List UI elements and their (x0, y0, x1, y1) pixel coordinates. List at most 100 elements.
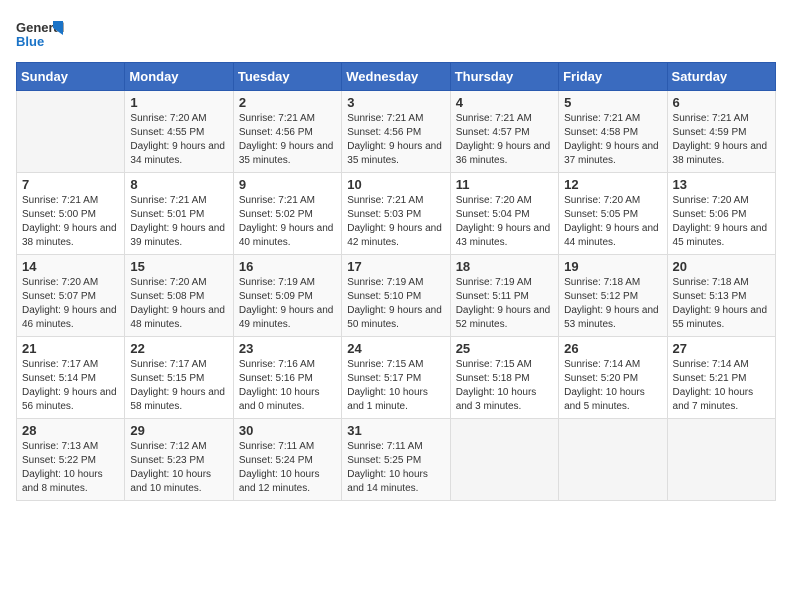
calendar-cell: 13 Sunrise: 7:20 AM Sunset: 5:06 PM Dayli… (667, 173, 775, 255)
calendar-cell: 4 Sunrise: 7:21 AM Sunset: 4:57 PM Daylig… (450, 91, 558, 173)
day-info: Sunrise: 7:20 AM Sunset: 5:07 PM Dayligh… (22, 276, 119, 332)
weekday-header-friday: Friday (559, 63, 667, 91)
calendar-week-row: 28Sunrise: 7:13 AM Sunset: 5:22 PM Dayli… (17, 419, 776, 501)
calendar-cell: 8 Sunrise: 7:21 AM Sunset: 5:01 PM Daylig… (125, 173, 233, 255)
calendar-cell: 23Sunrise: 7:16 AM Sunset: 5:16 PM Dayli… (233, 337, 341, 419)
day-number: 17 (347, 259, 444, 274)
calendar-cell: 24 Sunrise: 7:15 AM Sunset: 5:17 PM Dayli… (342, 337, 450, 419)
day-number: 11 (456, 177, 553, 192)
day-number: 29 (130, 423, 227, 438)
weekday-header-saturday: Saturday (667, 63, 775, 91)
day-number: 18 (456, 259, 553, 274)
calendar-cell: 30 Sunrise: 7:11 AM Sunset: 5:24 PM Dayli… (233, 419, 341, 501)
day-info: Sunrise: 7:21 AM Sunset: 4:59 PM Dayligh… (673, 112, 770, 168)
day-number: 16 (239, 259, 336, 274)
day-info: Sunrise: 7:11 AM Sunset: 5:25 PM Dayligh… (347, 440, 444, 496)
day-info: Sunrise: 7:20 AM Sunset: 5:06 PM Dayligh… (673, 194, 770, 250)
day-number: 26 (564, 341, 661, 356)
day-number: 24 (347, 341, 444, 356)
calendar-cell: 18 Sunrise: 7:19 AM Sunset: 5:11 PM Dayli… (450, 255, 558, 337)
calendar-cell: 5 Sunrise: 7:21 AM Sunset: 4:58 PM Daylig… (559, 91, 667, 173)
day-info: Sunrise: 7:21 AM Sunset: 4:58 PM Dayligh… (564, 112, 661, 168)
day-number: 23 (239, 341, 336, 356)
day-number: 31 (347, 423, 444, 438)
calendar-week-row: 1 Sunrise: 7:20 AM Sunset: 4:55 PM Daylig… (17, 91, 776, 173)
day-number: 1 (130, 95, 227, 110)
day-number: 25 (456, 341, 553, 356)
weekday-header-sunday: Sunday (17, 63, 125, 91)
day-info: Sunrise: 7:20 AM Sunset: 4:55 PM Dayligh… (130, 112, 227, 168)
day-number: 10 (347, 177, 444, 192)
day-info: Sunrise: 7:17 AM Sunset: 5:14 PM Dayligh… (22, 358, 119, 414)
day-info: Sunrise: 7:15 AM Sunset: 5:17 PM Dayligh… (347, 358, 444, 414)
calendar-cell: 7 Sunrise: 7:21 AM Sunset: 5:00 PM Daylig… (17, 173, 125, 255)
calendar-cell: 25 Sunrise: 7:15 AM Sunset: 5:18 PM Dayli… (450, 337, 558, 419)
calendar-week-row: 21 Sunrise: 7:17 AM Sunset: 5:14 PM Dayli… (17, 337, 776, 419)
calendar-cell: 14 Sunrise: 7:20 AM Sunset: 5:07 PM Dayli… (17, 255, 125, 337)
day-number: 15 (130, 259, 227, 274)
day-number: 21 (22, 341, 119, 356)
day-info: Sunrise: 7:11 AM Sunset: 5:24 PM Dayligh… (239, 440, 336, 496)
calendar-cell: 3Sunrise: 7:21 AM Sunset: 4:56 PM Daylig… (342, 91, 450, 173)
calendar-cell (667, 419, 775, 501)
weekday-header-wednesday: Wednesday (342, 63, 450, 91)
day-number: 8 (130, 177, 227, 192)
calendar-week-row: 7 Sunrise: 7:21 AM Sunset: 5:00 PM Daylig… (17, 173, 776, 255)
calendar-cell: 27Sunrise: 7:14 AM Sunset: 5:21 PM Dayli… (667, 337, 775, 419)
day-number: 14 (22, 259, 119, 274)
day-number: 28 (22, 423, 119, 438)
calendar-cell: 31 Sunrise: 7:11 AM Sunset: 5:25 PM Dayli… (342, 419, 450, 501)
day-number: 27 (673, 341, 770, 356)
day-number: 19 (564, 259, 661, 274)
calendar-cell: 28Sunrise: 7:13 AM Sunset: 5:22 PM Dayli… (17, 419, 125, 501)
calendar-week-row: 14 Sunrise: 7:20 AM Sunset: 5:07 PM Dayli… (17, 255, 776, 337)
calendar-cell (559, 419, 667, 501)
day-number: 2 (239, 95, 336, 110)
day-number: 5 (564, 95, 661, 110)
day-info: Sunrise: 7:14 AM Sunset: 5:20 PM Dayligh… (564, 358, 661, 414)
day-number: 22 (130, 341, 227, 356)
day-info: Sunrise: 7:18 AM Sunset: 5:13 PM Dayligh… (673, 276, 770, 332)
weekday-header-tuesday: Tuesday (233, 63, 341, 91)
day-info: Sunrise: 7:21 AM Sunset: 5:02 PM Dayligh… (239, 194, 336, 250)
day-info: Sunrise: 7:17 AM Sunset: 5:15 PM Dayligh… (130, 358, 227, 414)
svg-text:Blue: Blue (16, 34, 44, 49)
day-info: Sunrise: 7:20 AM Sunset: 5:04 PM Dayligh… (456, 194, 553, 250)
calendar-cell: 21 Sunrise: 7:17 AM Sunset: 5:14 PM Dayli… (17, 337, 125, 419)
day-info: Sunrise: 7:12 AM Sunset: 5:23 PM Dayligh… (130, 440, 227, 496)
day-info: Sunrise: 7:19 AM Sunset: 5:10 PM Dayligh… (347, 276, 444, 332)
day-info: Sunrise: 7:21 AM Sunset: 5:03 PM Dayligh… (347, 194, 444, 250)
day-info: Sunrise: 7:21 AM Sunset: 4:57 PM Dayligh… (456, 112, 553, 168)
calendar-cell: 22 Sunrise: 7:17 AM Sunset: 5:15 PM Dayli… (125, 337, 233, 419)
calendar-cell (450, 419, 558, 501)
day-info: Sunrise: 7:21 AM Sunset: 5:01 PM Dayligh… (130, 194, 227, 250)
day-info: Sunrise: 7:18 AM Sunset: 5:12 PM Dayligh… (564, 276, 661, 332)
weekday-header-thursday: Thursday (450, 63, 558, 91)
weekday-header-row: SundayMondayTuesdayWednesdayThursdayFrid… (17, 63, 776, 91)
calendar-cell (17, 91, 125, 173)
day-number: 30 (239, 423, 336, 438)
logo: GeneralBlue (16, 16, 66, 54)
calendar-cell: 16 Sunrise: 7:19 AM Sunset: 5:09 PM Dayli… (233, 255, 341, 337)
day-info: Sunrise: 7:19 AM Sunset: 5:11 PM Dayligh… (456, 276, 553, 332)
day-info: Sunrise: 7:15 AM Sunset: 5:18 PM Dayligh… (456, 358, 553, 414)
day-number: 3 (347, 95, 444, 110)
calendar-cell: 17 Sunrise: 7:19 AM Sunset: 5:10 PM Dayli… (342, 255, 450, 337)
day-info: Sunrise: 7:19 AM Sunset: 5:09 PM Dayligh… (239, 276, 336, 332)
calendar-cell: 12Sunrise: 7:20 AM Sunset: 5:05 PM Dayli… (559, 173, 667, 255)
calendar-cell: 11 Sunrise: 7:20 AM Sunset: 5:04 PM Dayli… (450, 173, 558, 255)
day-info: Sunrise: 7:20 AM Sunset: 5:05 PM Dayligh… (564, 194, 661, 250)
calendar-cell: 10 Sunrise: 7:21 AM Sunset: 5:03 PM Dayli… (342, 173, 450, 255)
day-number: 6 (673, 95, 770, 110)
calendar-cell: 15 Sunrise: 7:20 AM Sunset: 5:08 PM Dayli… (125, 255, 233, 337)
calendar-cell: 2Sunrise: 7:21 AM Sunset: 4:56 PM Daylig… (233, 91, 341, 173)
day-number: 13 (673, 177, 770, 192)
day-number: 4 (456, 95, 553, 110)
calendar-cell: 29 Sunrise: 7:12 AM Sunset: 5:23 PM Dayli… (125, 419, 233, 501)
day-number: 7 (22, 177, 119, 192)
calendar-table: SundayMondayTuesdayWednesdayThursdayFrid… (16, 62, 776, 501)
calendar-cell: 1 Sunrise: 7:20 AM Sunset: 4:55 PM Daylig… (125, 91, 233, 173)
day-info: Sunrise: 7:21 AM Sunset: 5:00 PM Dayligh… (22, 194, 119, 250)
day-info: Sunrise: 7:20 AM Sunset: 5:08 PM Dayligh… (130, 276, 227, 332)
day-number: 9 (239, 177, 336, 192)
